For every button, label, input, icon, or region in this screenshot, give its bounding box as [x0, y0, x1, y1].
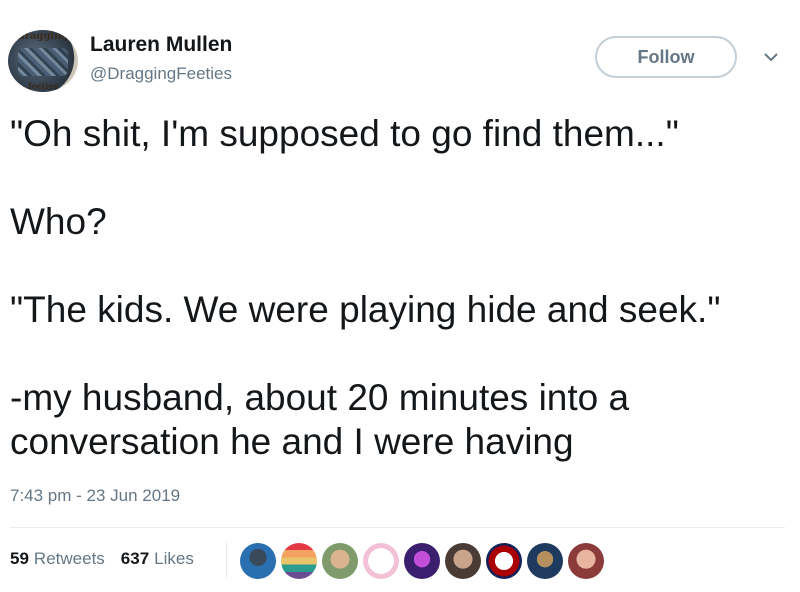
- liker-avatar[interactable]: [568, 543, 604, 579]
- liker-avatar[interactable]: [281, 543, 317, 579]
- stats-divider: [226, 542, 227, 578]
- retweets-label: Retweets: [33, 549, 105, 568]
- liker-avatar[interactable]: [486, 543, 522, 579]
- follow-button[interactable]: Follow: [595, 36, 737, 78]
- liker-avatar[interactable]: [404, 543, 440, 579]
- tweet-text: "Oh shit, I'm supposed to go find them..…: [10, 112, 770, 464]
- author-name[interactable]: Lauren Mullen: [90, 33, 232, 57]
- tweet-line: "Oh shit, I'm supposed to go find them..…: [10, 113, 679, 154]
- likes-stat[interactable]: 637 Likes: [121, 549, 194, 569]
- tweet-timestamp[interactable]: 7:43 pm - 23 Jun 2019: [10, 486, 180, 506]
- author-handle[interactable]: @DraggingFeeties: [90, 64, 232, 84]
- chevron-down-icon[interactable]: [762, 50, 780, 64]
- tweet-line: conversation he and I were having: [10, 421, 574, 462]
- liker-avatar[interactable]: [445, 543, 481, 579]
- liker-avatar[interactable]: [240, 543, 276, 579]
- liker-avatar[interactable]: [322, 543, 358, 579]
- retweets-count: 59: [10, 549, 29, 568]
- divider: [10, 527, 785, 528]
- avatar-text-bottom: feeties: [28, 81, 58, 91]
- tweet-line: Who?: [10, 201, 107, 242]
- retweets-stat[interactable]: 59 Retweets: [10, 549, 105, 569]
- liker-avatar[interactable]: [527, 543, 563, 579]
- tweet-line: "The kids. We were playing hide and seek…: [10, 289, 721, 330]
- likes-count: 637: [120, 549, 150, 568]
- avatar-image: [18, 48, 68, 76]
- liker-avatars: [240, 543, 604, 579]
- avatar-text-top: dragging: [17, 31, 69, 42]
- tweet-line: -my husband, about 20 minutes into a: [10, 377, 630, 418]
- liker-avatar[interactable]: [363, 543, 399, 579]
- avatar[interactable]: dragging feeties: [8, 30, 78, 92]
- tweet-stats: 59 Retweets 637 Likes: [10, 549, 194, 569]
- likes-label: Likes: [154, 549, 194, 568]
